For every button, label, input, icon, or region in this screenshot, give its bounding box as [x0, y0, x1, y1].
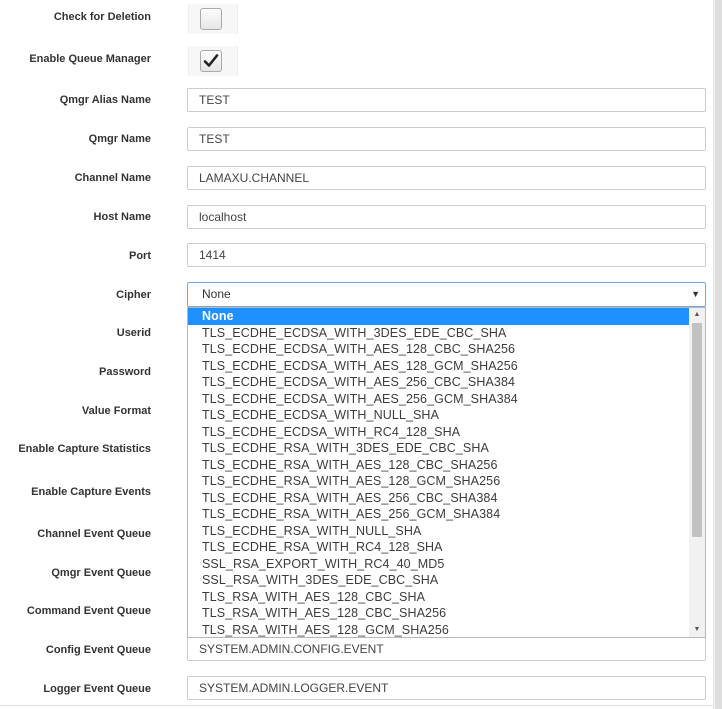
cipher-option[interactable]: TLS_ECDHE_ECDSA_WITH_AES_128_GCM_SHA256	[188, 358, 689, 375]
password-label: Password	[99, 366, 151, 378]
enable-queue-manager-label: Enable Queue Manager	[29, 53, 151, 65]
page-scroll-thumb[interactable]	[715, 0, 722, 709]
queue-manager-form: Check for Deletion Enable Queue Manager …	[0, 0, 713, 709]
logger-event-queue-input[interactable]	[187, 676, 706, 700]
qmgr-name-label: Qmgr Name	[88, 133, 151, 145]
cipher-option[interactable]: SSL_RSA_WITH_3DES_EDE_CBC_SHA	[188, 572, 689, 589]
qmgr-event-queue-label: Qmgr Event Queue	[51, 567, 151, 579]
cipher-option[interactable]: TLS_ECDHE_ECDSA_WITH_AES_256_GCM_SHA384	[188, 391, 689, 408]
config-event-queue-input[interactable]	[187, 637, 706, 661]
cipher-option[interactable]: SSL_RSA_EXPORT_WITH_RC4_40_MD5	[188, 556, 689, 573]
scroll-up-icon[interactable]: ▲	[689, 308, 705, 322]
cipher-options: None TLS_ECDHE_ECDSA_WITH_3DES_EDE_CBC_SH…	[188, 308, 689, 638]
cipher-option[interactable]: TLS_RSA_WITH_AES_128_GCM_SHA256	[188, 622, 689, 638]
cipher-selected-value: None	[202, 287, 231, 301]
dropdown-scroll-thumb[interactable]	[692, 323, 702, 537]
cipher-option[interactable]: TLS_ECDHE_RSA_WITH_AES_256_CBC_SHA384	[188, 490, 689, 507]
divider	[0, 705, 713, 706]
row-qmgr-alias-name: Qmgr Alias Name	[0, 88, 713, 112]
page-scrollbar[interactable]	[713, 0, 722, 709]
cipher-option[interactable]: TLS_ECDHE_RSA_WITH_AES_128_GCM_SHA256	[188, 473, 689, 490]
check-for-deletion-checkbox[interactable]	[200, 8, 222, 30]
logger-event-queue-label: Logger Event Queue	[43, 683, 151, 695]
cipher-option[interactable]: TLS_ECDHE_RSA_WITH_AES_256_GCM_SHA384	[188, 506, 689, 523]
channel-name-input[interactable]	[187, 166, 706, 190]
cipher-option[interactable]: TLS_RSA_WITH_AES_128_CBC_SHA	[188, 589, 689, 606]
enable-queue-manager-checkbox[interactable]	[200, 50, 222, 72]
row-logger-event-queue: Logger Event Queue	[0, 676, 713, 700]
port-input[interactable]	[187, 243, 706, 267]
enable-capture-events-label: Enable Capture Events	[31, 486, 151, 498]
row-config-event-queue: Config Event Queue	[0, 637, 713, 661]
row-qmgr-name: Qmgr Name	[0, 127, 713, 151]
cipher-option[interactable]: None	[188, 308, 689, 325]
enable-queue-manager-wrap	[188, 46, 238, 76]
cipher-option[interactable]: TLS_ECDHE_RSA_WITH_AES_128_CBC_SHA256	[188, 457, 689, 474]
chevron-down-icon[interactable]: ▼	[691, 283, 700, 306]
port-label: Port	[129, 250, 151, 262]
cipher-select[interactable]: None ▼	[187, 282, 706, 307]
row-channel-name: Channel Name	[0, 166, 713, 190]
qmgr-alias-name-input[interactable]	[187, 88, 706, 112]
channel-event-queue-label: Channel Event Queue	[37, 528, 151, 540]
channel-name-label: Channel Name	[74, 172, 151, 184]
cipher-dropdown-list[interactable]: None TLS_ECDHE_ECDSA_WITH_3DES_EDE_CBC_SH…	[187, 307, 706, 638]
dropdown-scrollbar[interactable]: ▲ ▼	[689, 308, 705, 637]
cipher-option[interactable]: TLS_ECDHE_RSA_WITH_3DES_EDE_CBC_SHA	[188, 440, 689, 457]
row-host-name: Host Name	[0, 205, 713, 229]
host-name-label: Host Name	[93, 211, 151, 223]
check-for-deletion-label: Check for Deletion	[53, 11, 151, 23]
scroll-down-icon[interactable]: ▼	[689, 623, 705, 637]
cipher-label: Cipher	[116, 289, 151, 301]
value-format-label: Value Format	[81, 405, 151, 417]
host-name-input[interactable]	[187, 205, 706, 229]
row-port: Port	[0, 243, 713, 267]
checkmark-icon	[203, 54, 219, 67]
cipher-option[interactable]: TLS_ECDHE_RSA_WITH_RC4_128_SHA	[188, 539, 689, 556]
userid-label: Userid	[116, 327, 151, 339]
cipher-option[interactable]: TLS_ECDHE_ECDSA_WITH_AES_256_CBC_SHA384	[188, 374, 689, 391]
cipher-option[interactable]: TLS_ECDHE_ECDSA_WITH_3DES_EDE_CBC_SHA	[188, 325, 689, 342]
row-enable-queue-manager: Enable Queue Manager	[0, 46, 713, 76]
cipher-option[interactable]: TLS_ECDHE_RSA_WITH_NULL_SHA	[188, 523, 689, 540]
cipher-option[interactable]: TLS_ECDHE_ECDSA_WITH_AES_128_CBC_SHA256	[188, 341, 689, 358]
qmgr-name-input[interactable]	[187, 127, 706, 151]
cipher-option[interactable]: TLS_ECDHE_ECDSA_WITH_NULL_SHA	[188, 407, 689, 424]
check-for-deletion-wrap	[188, 4, 238, 34]
qmgr-alias-name-label: Qmgr Alias Name	[59, 94, 151, 106]
config-event-queue-label: Config Event Queue	[45, 644, 151, 656]
cipher-option[interactable]: TLS_RSA_WITH_AES_128_CBC_SHA256	[188, 605, 689, 622]
command-event-queue-label: Command Event Queue	[26, 605, 151, 617]
enable-capture-statistics-label: Enable Capture Statistics	[18, 443, 151, 455]
row-check-for-deletion: Check for Deletion	[0, 4, 713, 34]
cipher-option[interactable]: TLS_ECDHE_ECDSA_WITH_RC4_128_SHA	[188, 424, 689, 441]
